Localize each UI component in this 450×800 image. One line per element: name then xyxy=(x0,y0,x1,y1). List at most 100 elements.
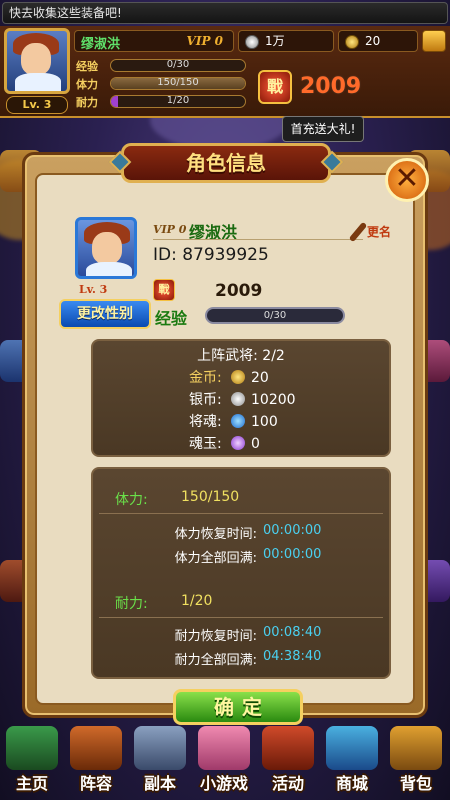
stamina-value: 150/150 xyxy=(181,489,240,505)
shop-icon xyxy=(326,726,378,770)
nav-home[interactable]: 主页 xyxy=(0,722,64,800)
character-info-dialog: Lv. 3 更改性别 VIP 0 缪淑洪 更名 ID: 87939925 戰 2… xyxy=(22,143,429,725)
resource-row: 魂玉: 0 xyxy=(189,433,260,453)
recharge-plus-icon[interactable] xyxy=(422,30,446,52)
dialog-title-plate: 角色信息 xyxy=(108,143,344,183)
resource-label: 魂玉: xyxy=(189,436,222,452)
exp-bar: 0/30 xyxy=(110,59,246,72)
resource-row: 银币: 10200 xyxy=(189,389,296,409)
stamina-title: 体力: xyxy=(115,492,148,508)
gold-coin-icon xyxy=(231,370,245,384)
player-name-box: 缪淑洪 VIP 0 xyxy=(74,30,234,52)
character-id: ID: 87939925 xyxy=(153,245,269,265)
stamina-panel: 体力: 150/150 体力恢复时间: 00:00:00 体力全部回满: 00:… xyxy=(91,467,391,679)
silver-counter: 1万 xyxy=(238,30,334,52)
soul-icon xyxy=(231,414,245,428)
resources-panel: 上阵武将: 2/2 金币: 20 银币: 10200 将魂: 100 魂玉: 0 xyxy=(91,339,391,457)
resource-value: 20 xyxy=(251,370,269,386)
player-avatar[interactable] xyxy=(4,28,70,94)
gold-coin-icon xyxy=(345,34,359,49)
stamina-recover-time: 00:00:00 xyxy=(263,523,322,538)
gold-amount: 20 xyxy=(365,34,381,48)
title-ornament-icon xyxy=(108,150,132,174)
endurance-recover-label: 耐力恢复时间: xyxy=(174,629,257,644)
nav-label: 小游戏 xyxy=(199,774,248,793)
bag-icon xyxy=(390,726,442,770)
brush-icon xyxy=(348,221,368,243)
nav-label: 商城 xyxy=(335,774,368,793)
endurance-label: 耐力 xyxy=(76,96,98,109)
player-name: 缪淑洪 xyxy=(81,37,121,52)
gold-counter: 20 xyxy=(338,30,418,52)
battle-power-value: 2009 xyxy=(300,74,362,99)
endurance-full-time: 04:38:40 xyxy=(263,649,322,664)
title-ornament-icon xyxy=(320,150,344,174)
jade-icon xyxy=(231,436,245,450)
dialog-title: 角色信息 xyxy=(186,151,266,175)
endurance-title: 耐力: xyxy=(115,596,148,612)
exp-label: 经验 xyxy=(76,60,98,73)
battle-power-icon: 戰 xyxy=(258,70,292,104)
endurance-value: 1/20 xyxy=(181,593,213,609)
bottom-navigation: 主页 阵容 副本 小游戏 活动 商城 背包 xyxy=(0,722,450,800)
exp-text: 0/30 xyxy=(263,310,287,321)
character-level: Lv. 3 xyxy=(79,283,108,296)
silver-amount: 1万 xyxy=(265,34,285,48)
resource-value: 100 xyxy=(251,414,278,430)
rename-label: 更名 xyxy=(367,225,392,239)
home-icon xyxy=(6,726,58,770)
battle-power-value: 2009 xyxy=(215,281,263,301)
nav-event[interactable]: 活动 xyxy=(256,722,320,800)
resource-row: 将魂: 100 xyxy=(189,411,278,431)
lineup-icon xyxy=(70,726,122,770)
exp-text: 0/30 xyxy=(166,59,190,70)
resource-label: 金币: xyxy=(189,370,222,386)
stamina-label: 体力 xyxy=(76,78,98,91)
nav-minigame[interactable]: 小游戏 xyxy=(192,722,256,800)
resource-row: 金币: 20 xyxy=(189,367,269,387)
minigame-icon xyxy=(198,726,250,770)
scrolling-notice: 快去收集这些装备吧! xyxy=(2,2,448,24)
stamina-bar: 150/150 xyxy=(110,77,246,90)
nav-shop[interactable]: 商城 xyxy=(320,722,384,800)
resource-label: 银币: xyxy=(189,392,222,408)
character-portrait xyxy=(75,217,137,279)
dialog-body: Lv. 3 更改性别 VIP 0 缪淑洪 更名 ID: 87939925 戰 2… xyxy=(35,173,415,725)
exp-bar: 0/30 xyxy=(205,307,345,324)
confirm-button[interactable]: 确定 xyxy=(173,689,303,725)
stamina-full-label: 体力全部回满: xyxy=(174,551,257,566)
character-vip: VIP 0 xyxy=(153,223,187,236)
nav-dungeon[interactable]: 副本 xyxy=(128,722,192,800)
generals-count: 上阵武将: 2/2 xyxy=(197,348,285,364)
stamina-text: 150/150 xyxy=(157,77,199,88)
nav-label: 背包 xyxy=(399,774,432,793)
endurance-text: 1/20 xyxy=(166,95,190,106)
dungeon-icon xyxy=(134,726,186,770)
player-top-bar: Lv. 3 缪淑洪 VIP 0 1万 20 经验 0/30 体力 150/150… xyxy=(0,26,450,118)
player-level: Lv. 3 xyxy=(6,96,68,114)
silver-coin-icon xyxy=(231,392,245,406)
change-gender-button[interactable]: 更改性别 xyxy=(59,299,151,329)
resource-label: 将魂: xyxy=(189,414,222,430)
event-icon xyxy=(262,726,314,770)
rename-button[interactable]: 更名 xyxy=(348,213,401,243)
close-button[interactable]: ✕ xyxy=(385,158,429,202)
endurance-row: 耐力 1/20 xyxy=(74,94,248,109)
nav-label: 副本 xyxy=(143,774,176,793)
player-vip: VIP 0 xyxy=(186,34,223,48)
endurance-bar: 1/20 xyxy=(110,95,246,108)
nav-label: 阵容 xyxy=(79,774,112,793)
nav-bag[interactable]: 背包 xyxy=(384,722,448,800)
battle-power-icon: 戰 xyxy=(153,279,175,301)
nav-lineup[interactable]: 阵容 xyxy=(64,722,128,800)
endurance-recover-time: 00:08:40 xyxy=(263,625,322,640)
stamina-recover-label: 体力恢复时间: xyxy=(174,527,257,542)
exp-label: 经验 xyxy=(155,309,188,328)
name-underline xyxy=(153,239,363,240)
stamina-full-time: 00:00:00 xyxy=(263,547,322,562)
silver-coin-icon xyxy=(245,34,259,49)
resource-value: 10200 xyxy=(251,392,296,408)
divider xyxy=(99,617,383,618)
first-recharge-tip[interactable]: 首充送大礼! xyxy=(282,116,364,142)
nav-label: 主页 xyxy=(15,774,48,793)
